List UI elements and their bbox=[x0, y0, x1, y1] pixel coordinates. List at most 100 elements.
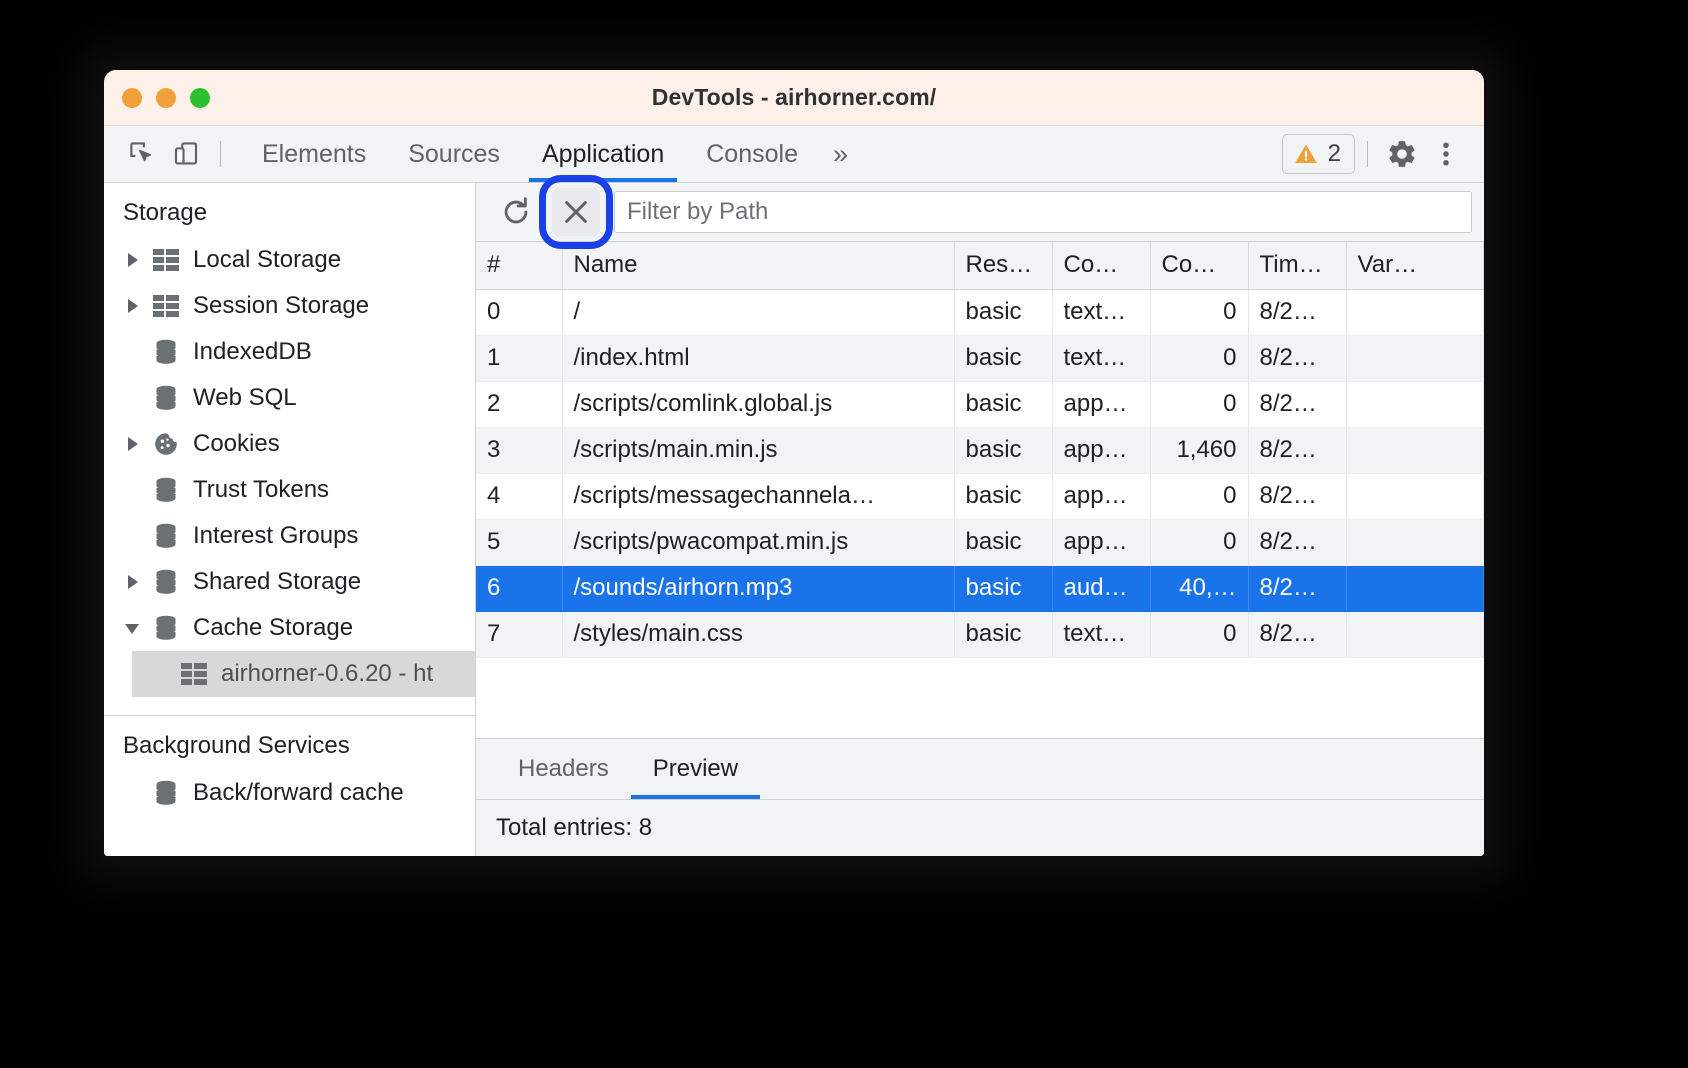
cell-content-length: 0 bbox=[1150, 473, 1248, 519]
cache-entries-table-area: # Name Res… Co… Co… Tim… Var… 0 bbox=[476, 242, 1484, 658]
cell-vary bbox=[1346, 289, 1484, 335]
table-row[interactable]: 2 /scripts/comlink.global.js basic app… … bbox=[476, 381, 1484, 427]
sidebar-item-label: Interest Groups bbox=[193, 524, 358, 548]
sidebar-item-trust-tokens[interactable]: Trust Tokens bbox=[104, 467, 475, 513]
more-tabs-button[interactable]: » bbox=[819, 126, 862, 182]
cache-storage-panel: # Name Res… Co… Co… Tim… Var… 0 bbox=[476, 183, 1484, 856]
table-row[interactable]: 7 /styles/main.css basic text… 0 8/2… bbox=[476, 611, 1484, 657]
device-toolbar-icon bbox=[171, 139, 201, 169]
sidebar-item-web-sql[interactable]: Web SQL bbox=[104, 375, 475, 421]
cell-response-type: basic bbox=[954, 427, 1052, 473]
chevron-right-icon[interactable] bbox=[123, 295, 145, 317]
cell-content-type: text… bbox=[1052, 611, 1150, 657]
column-header-content-type[interactable]: Co… bbox=[1052, 242, 1150, 289]
tab-console[interactable]: Console bbox=[685, 126, 819, 182]
cell-index: 7 bbox=[476, 611, 562, 657]
database-icon bbox=[151, 615, 181, 641]
tab-preview[interactable]: Preview bbox=[631, 739, 760, 799]
sidebar-item-shared-storage[interactable]: Shared Storage bbox=[104, 559, 475, 605]
cell-content-type: app… bbox=[1052, 381, 1150, 427]
cell-content-length: 0 bbox=[1150, 611, 1248, 657]
twisty-placeholder bbox=[123, 525, 145, 547]
table-row[interactable]: 4 /scripts/messagechannela… basic app… 0… bbox=[476, 473, 1484, 519]
window-title: DevTools - airhorner.com/ bbox=[104, 84, 1484, 111]
cell-index: 2 bbox=[476, 381, 562, 427]
table-row[interactable]: 0 / basic text… 0 8/2… bbox=[476, 289, 1484, 335]
sidebar-item-label: Session Storage bbox=[193, 294, 369, 318]
sidebar-item-cache-storage[interactable]: Cache Storage bbox=[104, 605, 475, 651]
sidebar-item-label: Back/forward cache bbox=[193, 781, 404, 805]
chevron-right-icon[interactable] bbox=[123, 249, 145, 271]
cell-content-length: 1,460 bbox=[1150, 427, 1248, 473]
database-icon bbox=[151, 339, 181, 365]
sidebar-item-cookies[interactable]: Cookies bbox=[104, 421, 475, 467]
cell-name: /scripts/messagechannela… bbox=[562, 473, 954, 519]
database-icon bbox=[151, 385, 181, 411]
detail-content: Total entries: 8 bbox=[476, 800, 1484, 856]
sidebar-item-label: Web SQL bbox=[193, 386, 297, 410]
tab-elements[interactable]: Elements bbox=[241, 126, 387, 182]
devtools-toolbar: Elements Sources Application Console » 2 bbox=[104, 126, 1484, 183]
column-header-index[interactable]: # bbox=[476, 242, 562, 289]
cell-content-length: 0 bbox=[1150, 381, 1248, 427]
column-header-name[interactable]: Name bbox=[562, 242, 954, 289]
table-header-row: # Name Res… Co… Co… Tim… Var… bbox=[476, 242, 1484, 289]
table-grid-icon bbox=[151, 293, 181, 319]
table-empty-area bbox=[476, 658, 1484, 739]
sidebar-item-local-storage[interactable]: Local Storage bbox=[104, 237, 475, 283]
cell-time-cached: 8/2… bbox=[1248, 335, 1346, 381]
cell-content-type: aud… bbox=[1052, 565, 1150, 611]
sidebar-item-indexeddb[interactable]: IndexedDB bbox=[104, 329, 475, 375]
sidebar-item-interest-groups[interactable]: Interest Groups bbox=[104, 513, 475, 559]
application-sidebar: Storage Local Storage bbox=[104, 183, 476, 856]
cell-response-type: basic bbox=[954, 335, 1052, 381]
table-row[interactable]: 1 /index.html basic text… 0 8/2… bbox=[476, 335, 1484, 381]
tab-application[interactable]: Application bbox=[521, 126, 685, 182]
database-icon bbox=[151, 523, 181, 549]
cell-index: 1 bbox=[476, 335, 562, 381]
column-header-vary-header[interactable]: Var… bbox=[1346, 242, 1484, 289]
chevron-right-icon[interactable] bbox=[123, 433, 145, 455]
cell-response-type: basic bbox=[954, 565, 1052, 611]
cell-name: /styles/main.css bbox=[562, 611, 954, 657]
toolbar-right-controls: 2 bbox=[1282, 132, 1484, 176]
table-row[interactable]: 3 /scripts/main.min.js basic app… 1,460 … bbox=[476, 427, 1484, 473]
cell-name: /sounds/airhorn.mp3 bbox=[562, 565, 954, 611]
cache-toolbar bbox=[476, 183, 1484, 242]
delete-selected-button[interactable] bbox=[552, 188, 600, 236]
sidebar-item-session-storage[interactable]: Session Storage bbox=[104, 283, 475, 329]
device-toolbar-button[interactable] bbox=[164, 132, 208, 176]
inspect-element-button[interactable] bbox=[120, 132, 164, 176]
tab-headers[interactable]: Headers bbox=[496, 739, 631, 799]
sidebar-item-label: Cookies bbox=[193, 432, 280, 456]
more-options-button[interactable] bbox=[1424, 132, 1468, 176]
sidebar-item-label: Shared Storage bbox=[193, 570, 361, 594]
filter-by-path-input[interactable] bbox=[614, 191, 1472, 233]
cell-index: 0 bbox=[476, 289, 562, 335]
cell-content-type: app… bbox=[1052, 473, 1150, 519]
refresh-button[interactable] bbox=[494, 190, 538, 234]
cell-name: / bbox=[562, 289, 954, 335]
sidebar-item-label: airhorner-0.6.20 - ht bbox=[221, 662, 433, 686]
table-row[interactable]: 5 /scripts/pwacompat.min.js basic app… 0… bbox=[476, 519, 1484, 565]
column-header-response-type[interactable]: Res… bbox=[954, 242, 1052, 289]
toolbar-divider bbox=[220, 141, 221, 167]
warning-badge[interactable]: 2 bbox=[1282, 134, 1355, 174]
chevron-right-icon[interactable] bbox=[123, 571, 145, 593]
cell-response-type: basic bbox=[954, 519, 1052, 565]
column-header-content-length[interactable]: Co… bbox=[1150, 242, 1248, 289]
window-titlebar: DevTools - airhorner.com/ bbox=[104, 70, 1484, 126]
column-header-time-cached[interactable]: Tim… bbox=[1248, 242, 1346, 289]
screenshot-root: DevTools - airhorner.com/ Elements Sourc… bbox=[0, 0, 1688, 1068]
cell-index: 3 bbox=[476, 427, 562, 473]
sidebar-item-back-forward-cache[interactable]: Back/forward cache bbox=[104, 770, 475, 816]
cache-entries-table: # Name Res… Co… Co… Tim… Var… 0 bbox=[476, 242, 1484, 658]
sidebar-item-cache-airhorner[interactable]: airhorner-0.6.20 - ht bbox=[132, 651, 475, 697]
cell-response-type: basic bbox=[954, 473, 1052, 519]
tab-sources[interactable]: Sources bbox=[387, 126, 521, 182]
table-grid-icon bbox=[151, 247, 181, 273]
settings-button[interactable] bbox=[1380, 132, 1424, 176]
cell-index: 6 bbox=[476, 565, 562, 611]
table-row-selected[interactable]: 6 /sounds/airhorn.mp3 basic aud… 40,… 8/… bbox=[476, 565, 1484, 611]
chevron-down-icon[interactable] bbox=[123, 617, 145, 639]
